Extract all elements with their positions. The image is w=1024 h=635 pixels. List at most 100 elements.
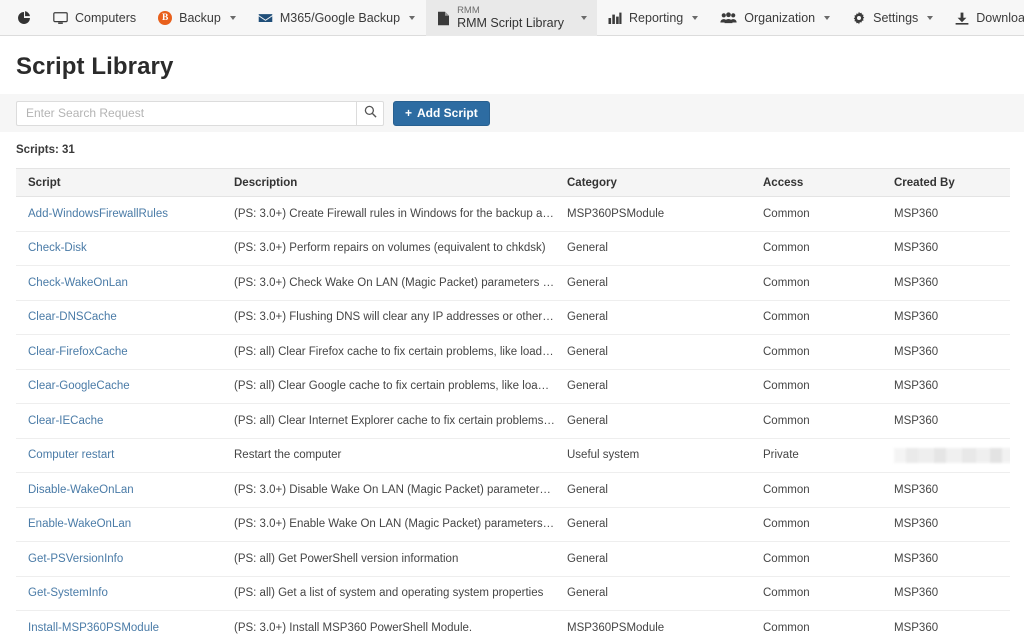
table-row[interactable]: Clear-FirefoxCache (PS: all) Clear Firefo… <box>16 334 1010 370</box>
cell-access: Common <box>751 300 882 335</box>
script-link[interactable]: Get-PSVersionInfo <box>28 553 123 565</box>
cell-category: General <box>555 541 751 577</box>
cell-created-by: MSP360 <box>882 541 1010 577</box>
cell-description: (PS: all) Clear Google cache to fix cert… <box>222 369 555 404</box>
cell-script: Check-WakeOnLan <box>16 265 222 301</box>
nav-item-label: Organization <box>744 11 816 25</box>
nav-item-label: Reporting <box>629 11 684 25</box>
cell-script: Computer restart <box>16 438 222 473</box>
cell-category: General <box>555 507 751 542</box>
cell-access: Common <box>751 610 882 635</box>
cell-access: Common <box>751 369 882 404</box>
nav-item-organization[interactable]: Organization <box>709 0 841 36</box>
nav-tab-text-stack: RMM RMM Script Library <box>457 5 564 31</box>
cell-access: Common <box>751 507 882 542</box>
top-navigation-bar: Computers B Backup M365/Google Backup RM… <box>0 0 1024 36</box>
table-row[interactable]: Enable-WakeOnLan (PS: 3.0+) Enable Wake O… <box>16 507 1010 542</box>
table-row[interactable]: Disable-WakeOnLan (PS: 3.0+) Disable Wake… <box>16 472 1010 508</box>
page-content: Script Library + Add Script Scripts: 31 <box>0 53 1024 635</box>
table-row[interactable]: Get-SystemInfo (PS: all) Get a list of sy… <box>16 576 1010 611</box>
cell-script: Clear-FirefoxCache <box>16 334 222 370</box>
search-toolbar: + Add Script <box>0 94 1024 132</box>
table-row[interactable]: Clear-IECache (PS: all) Clear Internet Ex… <box>16 403 1010 439</box>
nav-item-label: Downloads <box>976 11 1024 25</box>
cell-category: General <box>555 472 751 508</box>
envelope-icon <box>258 13 273 24</box>
cell-created-by: MSP360 <box>882 231 1010 266</box>
script-link[interactable]: Get-SystemInfo <box>28 587 108 599</box>
nav-item-settings[interactable]: Settings <box>841 0 944 36</box>
cell-script: Clear-IECache <box>16 403 222 439</box>
cell-script: Enable-WakeOnLan <box>16 507 222 542</box>
script-link[interactable]: Clear-GoogleCache <box>28 380 130 392</box>
table-row[interactable]: Clear-DNSCache (PS: 3.0+) Flushing DNS wi… <box>16 300 1010 335</box>
cell-created-by: MSP360 <box>882 507 1010 542</box>
download-icon <box>955 12 969 25</box>
column-header-category[interactable]: Category <box>555 168 751 197</box>
nav-item-reporting[interactable]: Reporting <box>597 0 709 36</box>
script-link[interactable]: Clear-IECache <box>28 415 103 427</box>
column-header-access[interactable]: Access <box>751 168 882 197</box>
cell-script: Install-MSP360PSModule <box>16 610 222 635</box>
nav-item-backup[interactable]: B Backup <box>147 0 247 36</box>
column-header-description[interactable]: Description <box>222 168 555 197</box>
cell-description: (PS: 3.0+) Enable Wake On LAN (Magic Pac… <box>222 507 555 542</box>
column-header-script[interactable]: Script <box>16 168 222 197</box>
table-row[interactable]: Install-MSP360PSModule (PS: 3.0+) Install… <box>16 610 1010 635</box>
cell-category: General <box>555 265 751 301</box>
script-link[interactable]: Clear-FirefoxCache <box>28 346 128 358</box>
document-icon <box>437 11 450 26</box>
cell-created-by: MSP360 <box>882 334 1010 370</box>
chevron-down-icon <box>409 16 416 20</box>
chevron-down-icon <box>824 16 831 20</box>
cell-access: Private <box>751 438 882 473</box>
script-link[interactable]: Check-WakeOnLan <box>28 277 128 289</box>
cell-category: General <box>555 403 751 439</box>
nav-item-dashboard[interactable] <box>6 0 42 36</box>
table-row[interactable]: Computer restart Restart the computer Usef… <box>16 438 1010 473</box>
script-link[interactable]: Install-MSP360PSModule <box>28 622 159 634</box>
table-row[interactable]: Check-Disk (PS: 3.0+) Perform repairs on … <box>16 231 1010 266</box>
cell-description: (PS: 3.0+) Perform repairs on volumes (e… <box>222 231 555 266</box>
cell-category: General <box>555 300 751 335</box>
cell-description: (PS: 3.0+) Flushing DNS will clear any I… <box>222 300 555 335</box>
nav-item-label: Settings <box>873 11 919 25</box>
cell-created-by: MSP360 <box>882 300 1010 335</box>
search-input[interactable] <box>16 100 356 126</box>
table-row[interactable]: Get-PSVersionInfo (PS: all) Get PowerShel… <box>16 541 1010 577</box>
nav-tab-label: RMM Script Library <box>457 16 565 31</box>
script-link[interactable]: Check-Disk <box>28 242 87 254</box>
script-link[interactable]: Clear-DNSCache <box>28 311 117 323</box>
cell-created-by: MSP360 <box>882 196 1010 232</box>
table-row[interactable]: Clear-GoogleCache (PS: all) Clear Google … <box>16 369 1010 404</box>
cell-script: Get-PSVersionInfo <box>16 541 222 577</box>
nav-item-computers[interactable]: Computers <box>42 0 147 36</box>
monitor-icon <box>53 11 68 25</box>
cell-script: Clear-DNSCache <box>16 300 222 335</box>
cell-category: General <box>555 334 751 370</box>
nav-tab-rmm-script-library[interactable]: RMM RMM Script Library <box>426 0 598 36</box>
cell-created-by: MSP360 <box>882 403 1010 439</box>
cell-script: Get-SystemInfo <box>16 576 222 611</box>
add-script-button[interactable]: + Add Script <box>393 100 490 126</box>
table-row[interactable]: Check-WakeOnLan (PS: 3.0+) Check Wake On … <box>16 265 1010 301</box>
script-link[interactable]: Computer restart <box>28 449 114 461</box>
nav-item-downloads[interactable]: Downloads <box>944 0 1024 36</box>
cell-category: General <box>555 576 751 611</box>
chevron-down-icon <box>692 16 699 20</box>
script-link[interactable]: Add-WindowsFirewallRules <box>28 208 168 220</box>
cell-description: (PS: 3.0+) Check Wake On LAN (Magic Pack… <box>222 265 555 301</box>
cell-description: (PS: all) Get PowerShell version informa… <box>222 541 555 577</box>
table-row[interactable]: Add-WindowsFirewallRules (PS: 3.0+) Creat… <box>16 196 1010 232</box>
script-link[interactable]: Disable-WakeOnLan <box>28 484 134 496</box>
search-button[interactable] <box>356 100 384 126</box>
script-link[interactable]: Enable-WakeOnLan <box>28 518 131 530</box>
plus-icon: + <box>405 106 413 120</box>
cell-script: Disable-WakeOnLan <box>16 472 222 508</box>
nav-item-label: Computers <box>75 11 137 25</box>
nav-tab-superlabel: RMM <box>457 5 480 17</box>
nav-item-m365-google-backup[interactable]: M365/Google Backup <box>247 0 426 36</box>
chevron-down-icon <box>581 16 588 20</box>
table-body: Add-WindowsFirewallRules (PS: 3.0+) Creat… <box>16 196 1010 635</box>
column-header-created-by[interactable]: Created By <box>882 168 1010 197</box>
